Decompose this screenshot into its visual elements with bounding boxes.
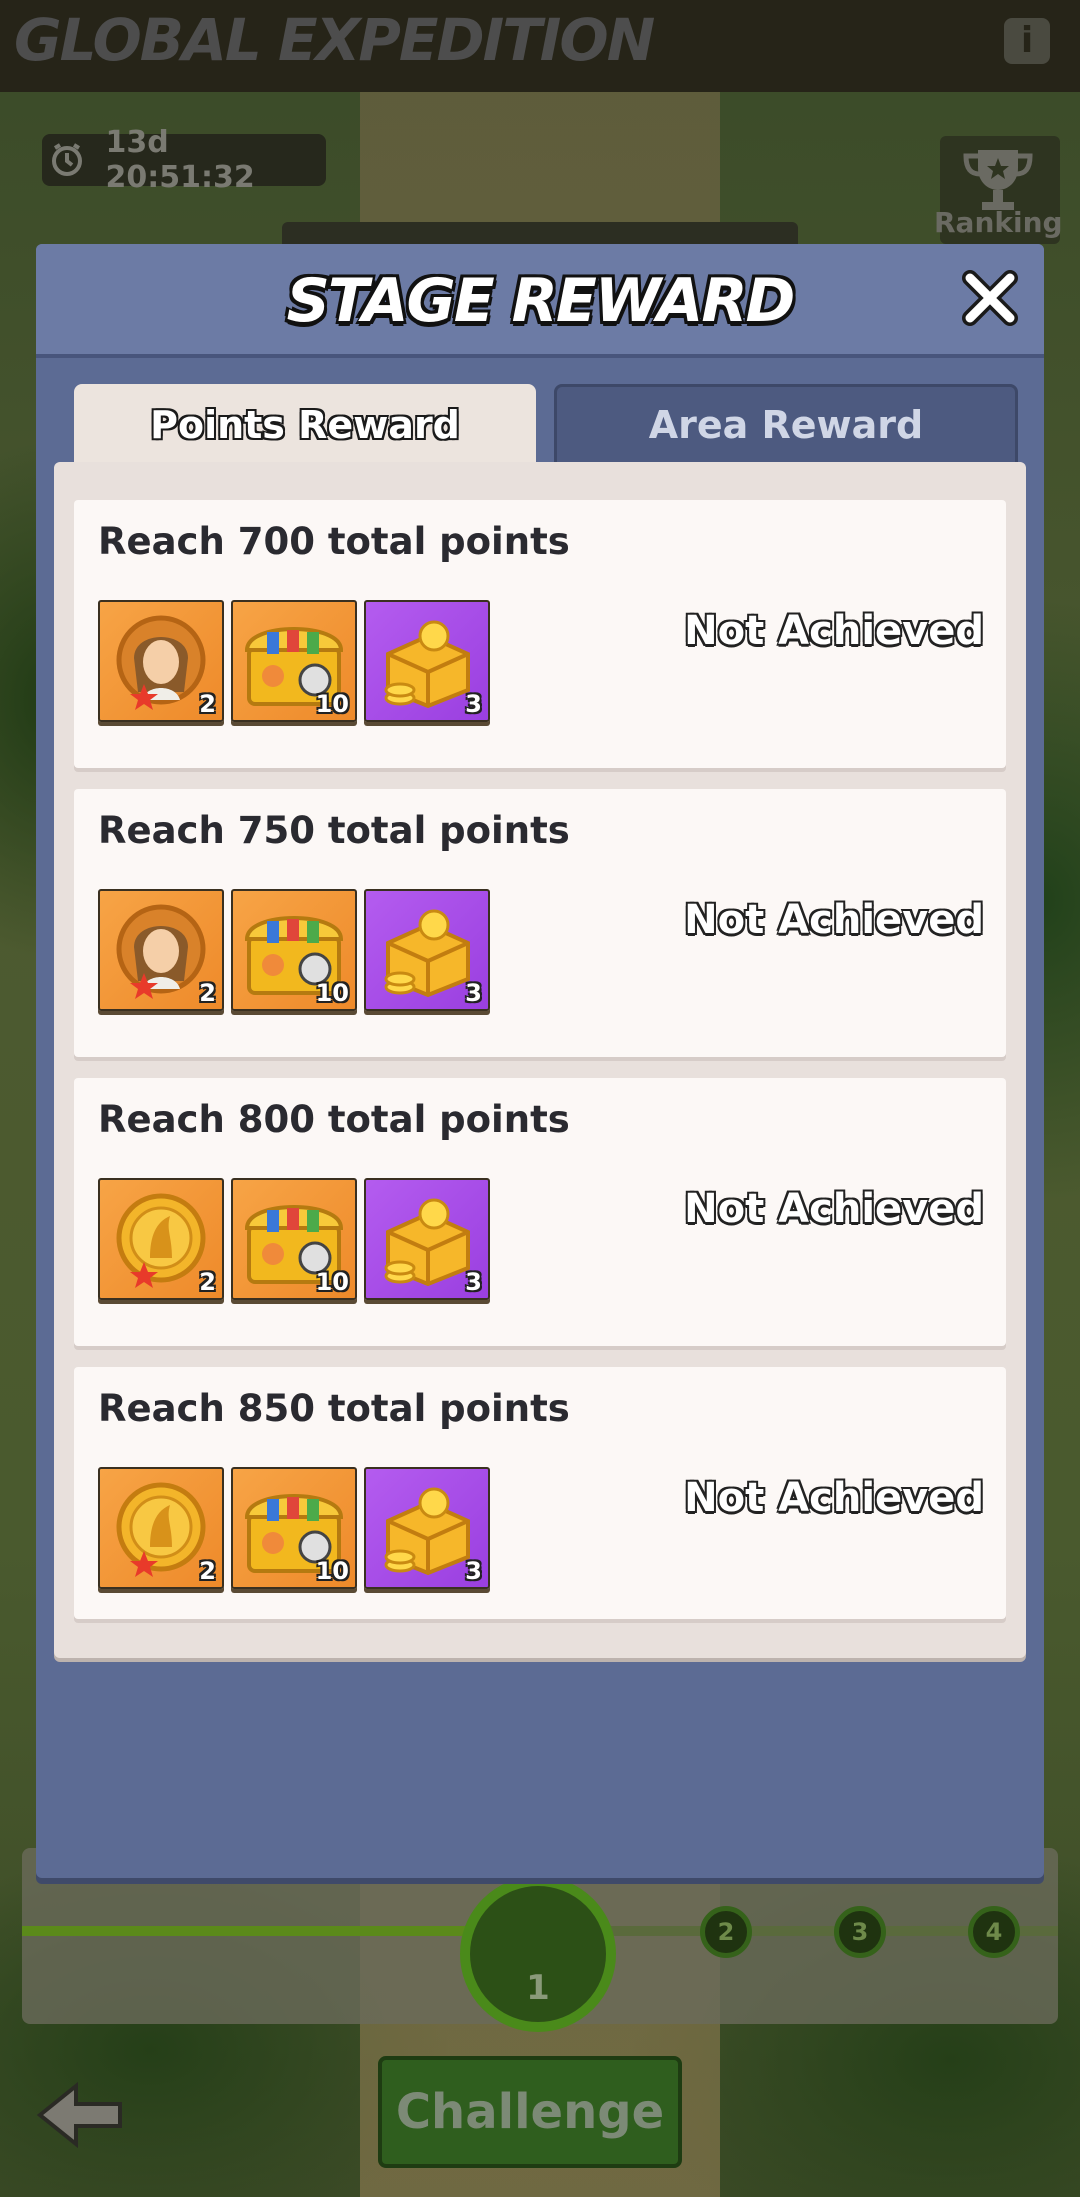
item-count: 2 — [199, 690, 216, 718]
item-count: 2 — [199, 1268, 216, 1296]
item-count: 2 — [199, 1557, 216, 1585]
gold-coin-crate-icon[interactable]: 3 — [364, 889, 490, 1011]
top-bar: GLOBAL EXPEDITION i — [0, 0, 1080, 92]
hero-portrait-icon[interactable]: 2 — [98, 600, 224, 722]
item-count: 3 — [465, 979, 482, 1007]
treasure-chest-icon[interactable]: 10 — [231, 600, 357, 722]
event-timer: 13d 20:51:32 — [42, 125, 326, 195]
clock-icon — [42, 135, 91, 185]
stage-reward-modal: STAGE REWARD Points Reward Area Reward R… — [36, 244, 1044, 1878]
hero-portrait-icon[interactable]: 2 — [98, 889, 224, 1011]
gold-coin-crate-icon[interactable]: 3 — [364, 1467, 490, 1589]
back-arrow-icon[interactable] — [36, 2080, 126, 2150]
gold-coin-crate-icon[interactable]: 3 — [364, 1178, 490, 1300]
item-count: 3 — [465, 690, 482, 718]
treasure-chest-icon[interactable]: 10 — [231, 1467, 357, 1589]
treasure-chest-icon[interactable]: 10 — [231, 889, 357, 1011]
reward-status: Not Achieved — [684, 1475, 984, 1521]
reward-status: Not Achieved — [684, 1186, 984, 1232]
game-title: GLOBAL EXPEDITION — [14, 6, 655, 74]
reward-list: Reach 700 total points 2 10 3 Not Achiev… — [54, 462, 1026, 1658]
stage-node-2[interactable]: 2 — [700, 1906, 752, 1958]
challenge-button[interactable]: Challenge — [378, 2056, 682, 2168]
gold-medal-icon[interactable]: 2 — [98, 1467, 224, 1589]
item-count: 10 — [315, 690, 349, 718]
item-count: 10 — [315, 1268, 349, 1296]
reward-card: Reach 700 total points 2 10 3 Not Achiev… — [74, 500, 1006, 768]
item-count: 3 — [465, 1557, 482, 1585]
reward-title: Reach 750 total points — [98, 809, 570, 852]
reward-card: Reach 750 total points 2 10 3 Not Achiev… — [74, 789, 1006, 1057]
item-count: 10 — [315, 1557, 349, 1585]
treasure-chest-icon[interactable]: 10 — [231, 1178, 357, 1300]
gold-coin-crate-icon[interactable]: 3 — [364, 600, 490, 722]
item-count: 10 — [315, 979, 349, 1007]
timer-text: 13d 20:51:32 — [105, 125, 255, 195]
tab-points-reward[interactable]: Points Reward — [74, 384, 536, 466]
ranking-label: Ranking — [934, 206, 1063, 239]
reward-status: Not Achieved — [684, 897, 984, 943]
reward-card: Reach 850 total points 2 10 3 Not Achiev… — [74, 1367, 1006, 1619]
reward-title: Reach 700 total points — [98, 520, 570, 563]
modal-title: STAGE REWARD — [286, 266, 796, 336]
current-stage-node[interactable]: 1 — [460, 1876, 616, 2032]
tab-area-reward[interactable]: Area Reward — [554, 384, 1018, 466]
info-icon[interactable]: i — [1004, 18, 1050, 64]
item-count: 3 — [465, 1268, 482, 1296]
stage-node-4[interactable]: 4 — [968, 1906, 1020, 1958]
modal-header: STAGE REWARD — [36, 244, 1044, 358]
gold-medal-icon[interactable]: 2 — [98, 1178, 224, 1300]
stage-node-3[interactable]: 3 — [834, 1906, 886, 1958]
item-count: 2 — [199, 979, 216, 1007]
track-progress — [22, 1926, 472, 1936]
reward-status: Not Achieved — [684, 608, 984, 654]
current-stage-number: 1 — [526, 1968, 550, 2008]
reward-title: Reach 850 total points — [98, 1387, 570, 1430]
reward-card: Reach 800 total points 2 10 3 Not Achiev… — [74, 1078, 1006, 1346]
close-icon[interactable] — [960, 268, 1020, 328]
reward-title: Reach 800 total points — [98, 1098, 570, 1141]
